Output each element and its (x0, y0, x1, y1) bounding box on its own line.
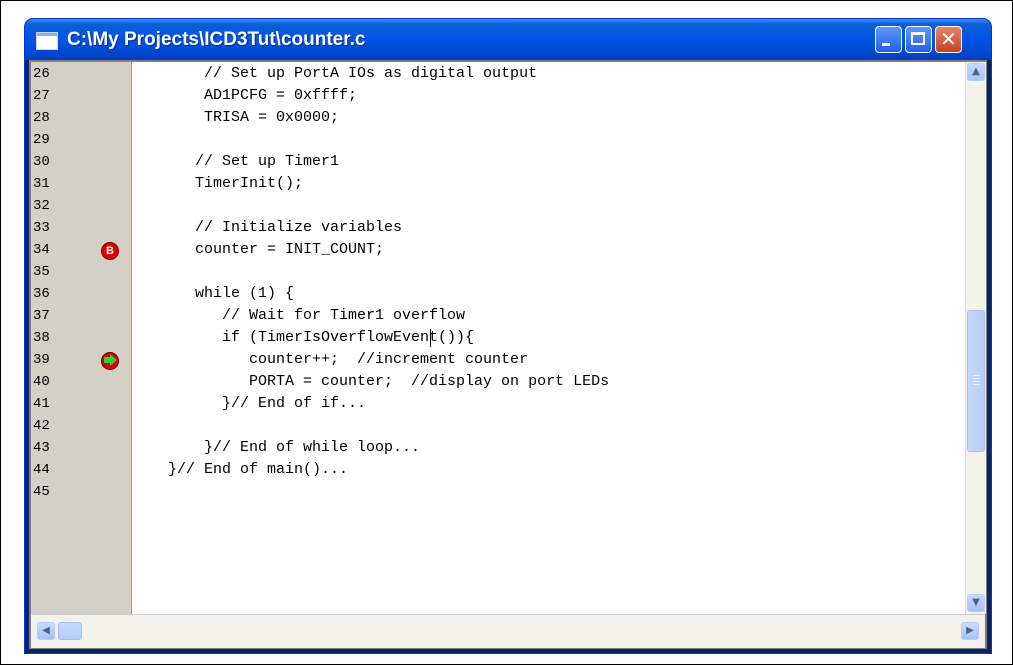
code-line: }// End of main()... (132, 461, 349, 478)
chevron-left-icon: ◀ (42, 625, 50, 636)
code-line: while (1) { (132, 285, 295, 302)
chevron-down-icon: ▼ (972, 597, 980, 608)
code-line: AD1PCFG = 0xffff; (132, 87, 358, 104)
line-number: 27 (33, 88, 50, 104)
chevron-right-icon: ▶ (966, 625, 974, 636)
line-number: 45 (33, 484, 50, 500)
maximize-icon (911, 32, 925, 45)
line-number: 39 (33, 352, 50, 368)
line-number: 38 (33, 330, 50, 346)
close-button[interactable]: ✕ (935, 26, 962, 53)
grip-line (973, 378, 980, 379)
editor-window: C:\My Projects\ICD3Tut\counter.c ✕ 26 27 2… (25, 19, 991, 653)
scroll-left-button[interactable]: ◀ (37, 622, 55, 640)
breakpoint-icon[interactable]: B (101, 242, 119, 260)
code-line: // Set up PortA IOs as digital output (132, 65, 538, 82)
line-number: 36 (33, 286, 50, 302)
line-number: 37 (33, 308, 50, 324)
minimize-icon (882, 43, 890, 46)
line-number: 35 (33, 264, 50, 280)
scroll-right-button[interactable]: ▶ (961, 622, 979, 640)
title-bar[interactable]: C:\My Projects\ICD3Tut\counter.c ✕ (25, 19, 991, 60)
vertical-scroll-thumb[interactable] (967, 310, 985, 452)
code-line: }// End of if... (132, 395, 367, 412)
current-line-arrow-icon (101, 352, 119, 370)
line-number: 32 (33, 198, 50, 214)
grip-line (973, 384, 980, 385)
line-number: 29 (33, 132, 50, 148)
chevron-up-icon: ▲ (972, 66, 980, 77)
line-number: 26 (33, 66, 50, 82)
code-line: counter++; //increment counter (132, 351, 529, 368)
close-icon: ✕ (940, 27, 957, 51)
code-line: // Set up Timer1 (132, 153, 340, 170)
window-title: C:\My Projects\ICD3Tut\counter.c (67, 29, 366, 50)
code-line: PORTA = counter; //display on port LEDs (132, 373, 610, 390)
minimize-button[interactable] (875, 26, 902, 53)
code-line: // Wait for Timer1 overflow (132, 307, 466, 324)
line-number-gutter[interactable]: 26 27 28 29 30 31 32 33 34 35 36 37 38 39 40 41 42 43 44 45… (31, 62, 132, 614)
code-editor[interactable]: // Set up PortA IOs as digital output AD… (132, 62, 964, 614)
line-number: 40 (33, 374, 50, 390)
code-line: counter = INIT_COUNT; (132, 241, 385, 258)
vertical-scrollbar[interactable]: ▲ ▼ (965, 62, 986, 614)
grip-line (973, 381, 980, 382)
line-number: 34 (33, 242, 50, 258)
line-number: 42 (33, 418, 50, 434)
code-line: TRISA = 0x0000; (132, 109, 340, 126)
document-icon (36, 32, 58, 50)
code-line: // Initialize variables (132, 219, 403, 236)
image-frame: C:\My Projects\ICD3Tut\counter.c ✕ 26 27 2… (0, 0, 1013, 665)
scroll-down-button[interactable]: ▼ (967, 594, 985, 612)
text-caret (430, 329, 431, 347)
line-number: 43 (33, 440, 50, 456)
client-area: 26 27 28 29 30 31 32 33 34 35 36 37 38 39 40 41 42 43 44 45… (29, 60, 987, 649)
horizontal-scroll-thumb[interactable] (58, 622, 82, 640)
line-number: 41 (33, 396, 50, 412)
grip-line (973, 375, 980, 376)
line-number: 33 (33, 220, 50, 236)
line-number: 28 (33, 110, 50, 126)
line-number: 30 (33, 154, 50, 170)
line-number: 44 (33, 462, 50, 478)
maximize-button[interactable] (905, 26, 932, 53)
code-line: TimerInit(); (132, 175, 304, 192)
code-line: if (TimerIsOverflowEvent()){ (132, 329, 475, 346)
scroll-up-button[interactable]: ▲ (967, 63, 985, 81)
line-number: 31 (33, 176, 50, 192)
code-line: }// End of while loop... (132, 439, 421, 456)
horizontal-scrollbar[interactable]: ◀ ▶ (31, 614, 985, 648)
